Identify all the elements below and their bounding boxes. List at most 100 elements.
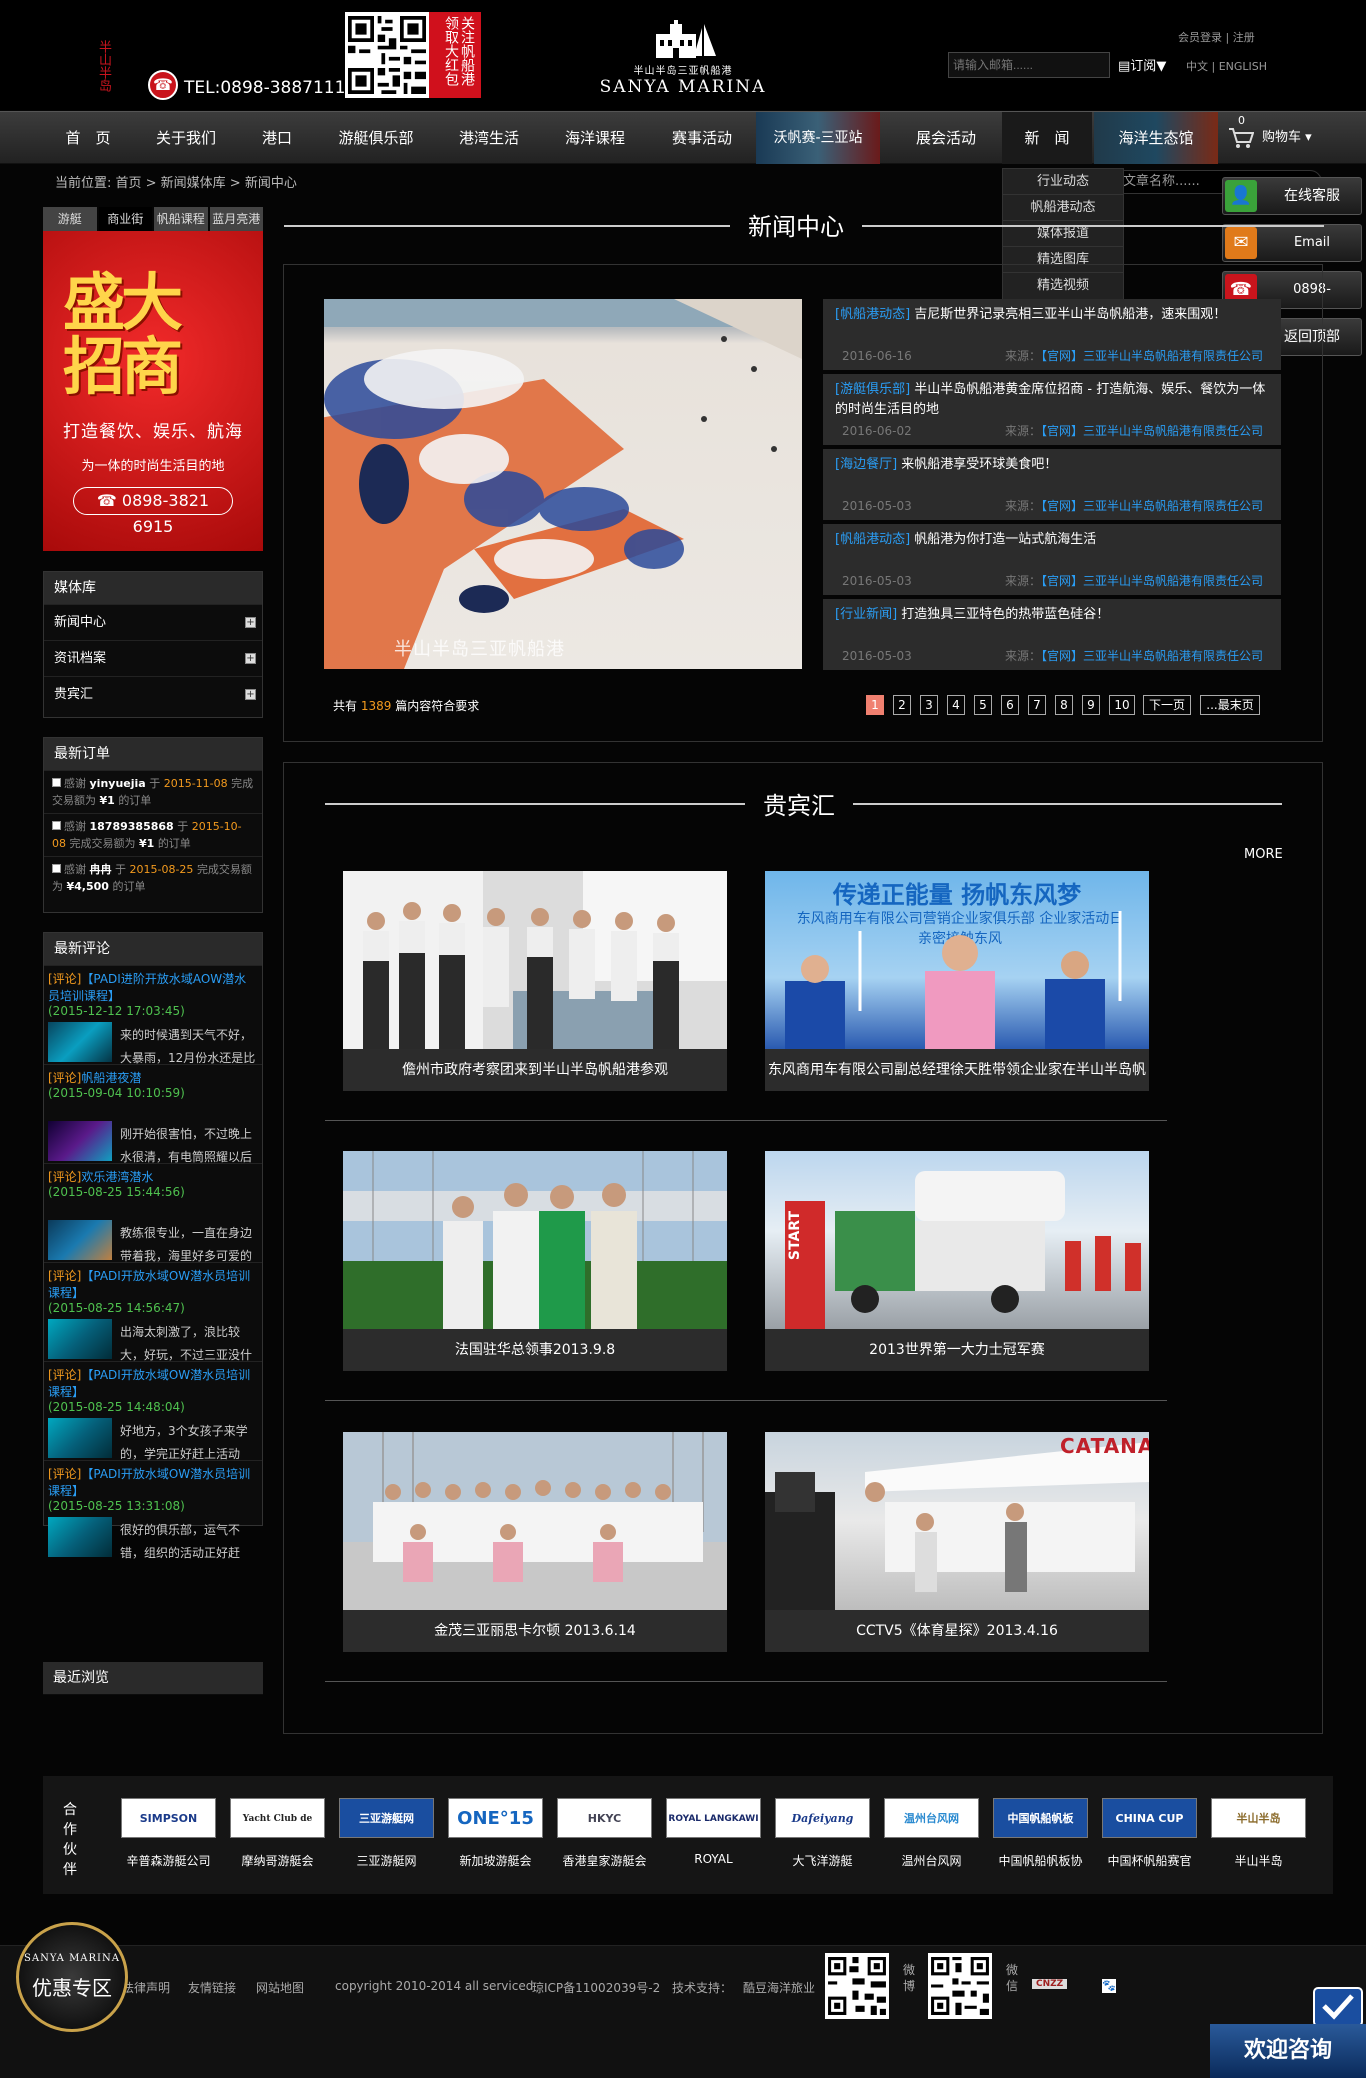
subscribe-email-input[interactable] bbox=[948, 52, 1110, 78]
cart-link[interactable]: 购物车 ▾ bbox=[1262, 112, 1312, 164]
comment-title[interactable]: 欢乐港湾潜水 bbox=[81, 1170, 153, 1184]
partner-item[interactable]: Dafeiyang 大飞洋游艇 bbox=[775, 1798, 870, 1869]
partner-item[interactable]: CHINA CUP 中国杯帆船赛官 bbox=[1102, 1798, 1197, 1869]
source-name[interactable]: 【官网】三亚半山半岛帆船港有限责任公司 bbox=[1041, 349, 1263, 363]
partner-item[interactable]: ROYAL LANGKAWI ROYAL bbox=[666, 1798, 761, 1866]
source-name[interactable]: 【官网】三亚半山半岛帆船港有限责任公司 bbox=[1041, 424, 1263, 438]
vip-card[interactable]: CATANA CCTV5《体育星探》2013.4.16 bbox=[765, 1432, 1149, 1652]
vip-card[interactable]: 法国驻华总领事2013.9.8 bbox=[343, 1151, 727, 1371]
tab-blue-moon[interactable]: 蓝月亮港 bbox=[209, 207, 263, 231]
tab-yacht[interactable]: 游艇 bbox=[43, 207, 97, 231]
news-title[interactable]: 帆船港为你打造一站式航海生活 bbox=[914, 532, 1096, 547]
dropdown-item-industry[interactable]: 行业动态 bbox=[1003, 169, 1123, 195]
news-title[interactable]: 吉尼斯世界记录亮相三亚半山半岛帆船港，速来围观！ bbox=[914, 307, 1226, 322]
sidebar-item-archive[interactable]: 资讯档案 + bbox=[44, 640, 262, 676]
sidebar-item-vip[interactable]: 贵宾汇 + bbox=[44, 676, 262, 712]
baidu-paw-icon[interactable]: 🐾 bbox=[1102, 1979, 1116, 1993]
brand-logo[interactable]: 半山半岛三亚帆船港 SANYA MARINA bbox=[598, 20, 768, 97]
member-login-link[interactable]: 会员登录 bbox=[1178, 31, 1222, 44]
nav-about[interactable]: 关于我们 bbox=[140, 112, 232, 164]
news-list-item[interactable]: [帆船港动态] 帆船港为你打造一站式航海生活 2016-05-03 来源：【官网】三… bbox=[823, 524, 1281, 595]
page-4-button[interactable]: 4 bbox=[947, 695, 965, 715]
news-list-item[interactable]: [游艇俱乐部] 半山半岛帆船港黄金席位招商 - 打造航海、娱乐、餐饮为一体的时尚… bbox=[823, 374, 1281, 445]
footer-legal-link[interactable]: 法律声明 bbox=[122, 1979, 170, 1996]
news-category[interactable]: [行业新闻] bbox=[835, 607, 897, 622]
footer-sitemap-link[interactable]: 网站地图 bbox=[256, 1979, 304, 1996]
nav-ocean-eco[interactable]: 海洋生态馆 bbox=[1094, 112, 1218, 164]
news-title[interactable]: 打造独具三亚特色的热带蓝色硅谷！ bbox=[901, 607, 1109, 622]
consult-widget[interactable]: 欢迎咨询 bbox=[1210, 1984, 1366, 2078]
nav-harbour-life[interactable]: 港湾生活 bbox=[440, 112, 538, 164]
page-6-button[interactable]: 6 bbox=[1001, 695, 1019, 715]
news-list-item[interactable]: [行业新闻] 打造独具三亚特色的热带蓝色硅谷！ 2016-05-03 来源：【官网】… bbox=[823, 599, 1281, 670]
vip-card[interactable]: 金茂三亚丽思卡尔顿 2013.6.14 bbox=[343, 1432, 727, 1652]
expand-plus-icon[interactable]: + bbox=[245, 617, 256, 628]
partner-item[interactable]: 半山半岛 半山半岛 bbox=[1211, 1798, 1306, 1869]
cart-icon[interactable] bbox=[1228, 126, 1254, 150]
lang-en-link[interactable]: ENGLISH bbox=[1219, 60, 1267, 73]
nav-port[interactable]: 港口 bbox=[246, 112, 308, 164]
expand-plus-icon[interactable]: + bbox=[245, 653, 256, 664]
next-page-button[interactable]: 下一页 bbox=[1143, 695, 1191, 715]
nav-yacht-club[interactable]: 游艇俱乐部 bbox=[326, 112, 426, 164]
nav-events[interactable]: 赛事活动 bbox=[652, 112, 752, 164]
news-title[interactable]: 来帆船港享受环球美食吧！ bbox=[901, 457, 1057, 472]
source-name[interactable]: 【官网】三亚半山半岛帆船港有限责任公司 bbox=[1041, 574, 1263, 588]
footer-tech-company[interactable]: 酷豆海洋旅业 bbox=[743, 1979, 815, 1996]
discount-zone-badge[interactable]: SANYA MARINA 优惠专区 bbox=[16, 1922, 128, 2032]
source-name[interactable]: 【官网】三亚半山半岛帆船港有限责任公司 bbox=[1041, 649, 1263, 663]
more-link[interactable]: MORE bbox=[1244, 847, 1283, 862]
page-2-button[interactable]: 2 bbox=[893, 695, 911, 715]
vip-card[interactable]: 儋州市政府考察团来到半山半岛帆船港参观 bbox=[343, 871, 727, 1091]
online-service-button[interactable]: 👤 在线客服 bbox=[1222, 177, 1362, 215]
cnzz-badge[interactable]: CNZZ bbox=[1032, 1979, 1068, 1989]
vip-caption[interactable]: 金茂三亚丽思卡尔顿 2013.6.14 bbox=[343, 1610, 727, 1652]
expand-plus-icon[interactable]: + bbox=[245, 689, 256, 700]
page-3-button[interactable]: 3 bbox=[920, 695, 938, 715]
comment-title[interactable]: 帆船港夜潜 bbox=[81, 1071, 141, 1085]
comment-item[interactable]: [评论]【PADI开放水域OW潜水员培训课程】 (2015-08-25 14:48… bbox=[44, 1361, 262, 1461]
comment-item[interactable]: [评论]【PADI开放水域OW潜水员培训课程】 (2015-08-25 14:56… bbox=[44, 1262, 262, 1362]
nav-volvo-race[interactable]: 沃帆赛-三亚站 bbox=[756, 112, 880, 164]
nav-exhibition[interactable]: 展会活动 bbox=[896, 112, 996, 164]
nav-home[interactable]: 首 页 bbox=[48, 112, 128, 164]
partner-item[interactable]: Yacht Club de Cannes 摩纳哥游艇会 bbox=[230, 1798, 325, 1869]
investment-ad-banner[interactable]: 盛大 招商 打造餐饮、娱乐、航海 为一体的时尚生活目的地 ☎ 0898-3821 … bbox=[43, 231, 263, 551]
page-9-button[interactable]: 9 bbox=[1082, 695, 1100, 715]
footer-friends-link[interactable]: 友情链接 bbox=[188, 1979, 236, 1996]
news-list-item[interactable]: [海边餐厅] 来帆船港享受环球美食吧！ 2016-05-03 来源：【官网】三亚半山… bbox=[823, 449, 1281, 520]
vip-card[interactable]: 传递正能量 扬帆东风梦 东风商用车有限公司营销企业家俱乐部 企业家活动日 亲密接… bbox=[765, 871, 1149, 1091]
page-7-button[interactable]: 7 bbox=[1028, 695, 1046, 715]
partner-item[interactable]: HKYC 香港皇家游艇会 bbox=[557, 1798, 652, 1869]
page-8-button[interactable]: 8 bbox=[1055, 695, 1073, 715]
comment-item[interactable]: [评论]帆船港夜潜 (2015-09-04 10:10:59) 刚开始很害怕，不过晚… bbox=[44, 1064, 262, 1164]
email-button[interactable]: ✉ Email bbox=[1222, 224, 1362, 262]
vip-card[interactable]: START 2013世界第一大力士冠军赛 bbox=[765, 1151, 1149, 1371]
sidebar-item-news-center[interactable]: 新闻中心 + bbox=[44, 604, 262, 640]
vip-caption[interactable]: 东风商用车有限公司副总经理徐天胜带领企业家在半山半岛帆 bbox=[765, 1049, 1149, 1091]
news-category[interactable]: [海边餐厅] bbox=[835, 457, 897, 472]
news-featured-photo[interactable]: 半山半岛三亚帆船港 bbox=[324, 299, 802, 669]
source-name[interactable]: 【官网】三亚半山半岛帆船港有限责任公司 bbox=[1041, 499, 1263, 513]
vip-caption[interactable]: 法国驻华总领事2013.9.8 bbox=[343, 1329, 727, 1371]
page-5-button[interactable]: 5 bbox=[974, 695, 992, 715]
vip-caption[interactable]: 2013世界第一大力士冠军赛 bbox=[765, 1329, 1149, 1371]
register-link[interactable]: 注册 bbox=[1233, 31, 1255, 44]
news-category[interactable]: [帆船港动态] bbox=[835, 307, 910, 322]
lang-cn-link[interactable]: 中文 bbox=[1186, 60, 1208, 73]
comment-item[interactable]: [评论]欢乐港湾潜水 (2015-08-25 15:44:56) 教练很专业，一直在… bbox=[44, 1163, 262, 1263]
comment-item[interactable]: [评论]【PADI开放水域OW潜水员培训课程】 (2015-08-25 13:31… bbox=[44, 1460, 262, 1560]
tab-shopping-street[interactable]: 商业街 bbox=[98, 207, 152, 231]
partner-item[interactable]: SIMPSON 辛普森游艇公司 bbox=[121, 1798, 216, 1869]
partner-item[interactable]: 中国帆船帆板 中国帆船帆板协 bbox=[993, 1798, 1088, 1869]
news-category[interactable]: [帆船港动态] bbox=[835, 532, 910, 547]
dropdown-item-marina[interactable]: 帆船港动态 bbox=[1003, 195, 1123, 221]
vip-caption[interactable]: CCTV5《体育星探》2013.4.16 bbox=[765, 1610, 1149, 1652]
subscribe-button[interactable]: ▤订阅▼ bbox=[1118, 55, 1166, 74]
nav-news[interactable]: 新 闻 bbox=[1002, 112, 1092, 164]
comment-item[interactable]: [评论]【PADI进阶开放水域AOW潜水员培训课程】 (2015-12-12 17… bbox=[44, 965, 262, 1065]
partner-item[interactable]: 三亚游艇网 三亚游艇网 bbox=[339, 1798, 434, 1869]
tab-sailing-course[interactable]: 帆船课程 bbox=[154, 207, 208, 231]
last-page-button[interactable]: ...最末页 bbox=[1200, 695, 1260, 715]
vip-caption[interactable]: 儋州市政府考察团来到半山半岛帆船港参观 bbox=[343, 1049, 727, 1091]
